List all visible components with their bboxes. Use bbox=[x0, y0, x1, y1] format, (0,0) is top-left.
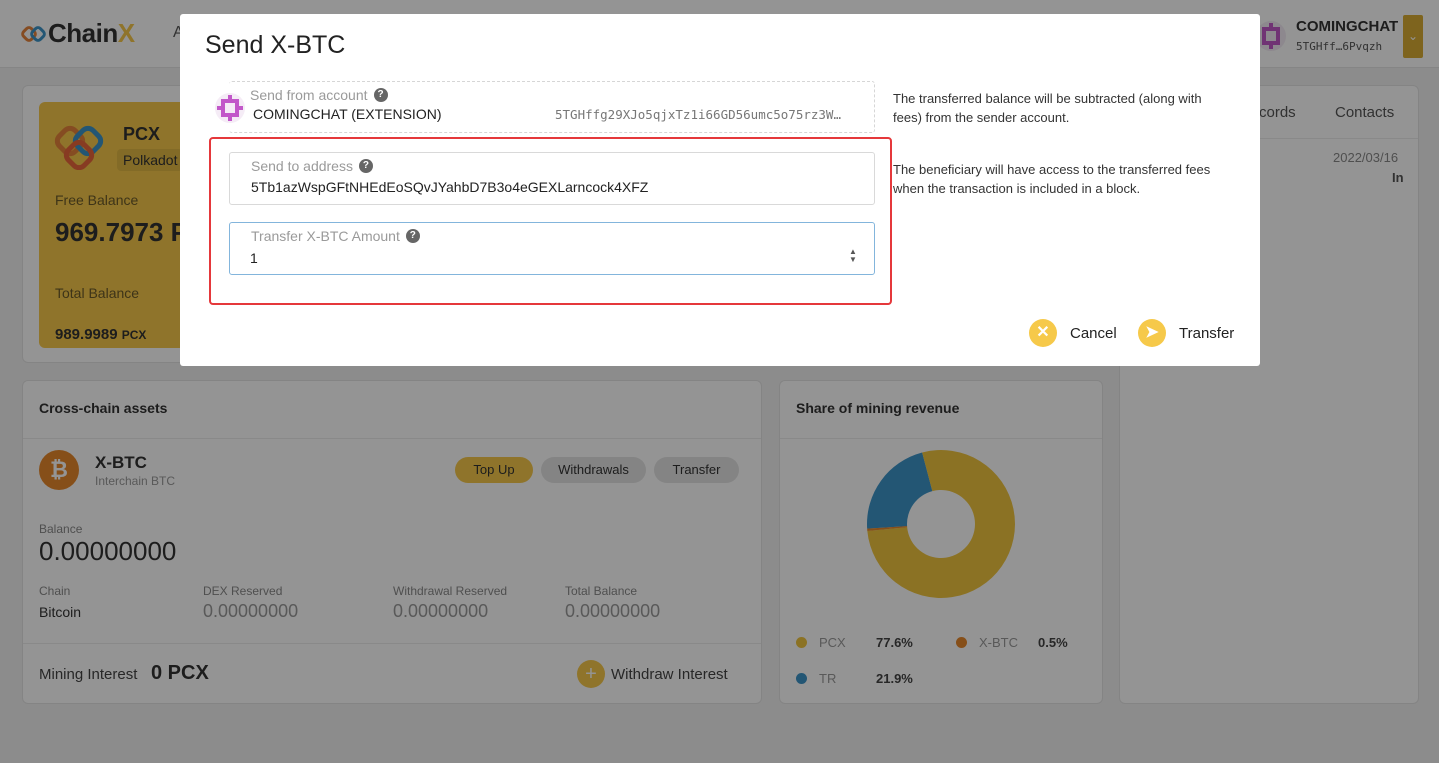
send-xbtc-modal: Send X-BTC Send from account? COMINGCHAT… bbox=[180, 14, 1260, 366]
transfer-submit-button[interactable]: ➤ Transfer bbox=[1138, 319, 1234, 347]
help-icon[interactable]: ? bbox=[373, 88, 388, 102]
hint-from: The transferred balance will be subtract… bbox=[893, 91, 1202, 125]
send-from-label: Send from account? bbox=[250, 87, 388, 103]
cancel-button[interactable]: ✕ Cancel bbox=[1029, 319, 1117, 347]
hint-to: The beneficiary will have access to the … bbox=[893, 162, 1211, 196]
send-icon: ➤ bbox=[1138, 319, 1166, 347]
modal-title: Send X-BTC bbox=[205, 31, 346, 59]
highlight-box bbox=[209, 137, 892, 305]
sender-avatar bbox=[215, 93, 245, 123]
close-icon: ✕ bbox=[1029, 319, 1057, 347]
sender-name: COMINGCHAT (EXTENSION) bbox=[253, 106, 442, 122]
sender-address: 5TGHffg29XJo5qjxTz1i66GD56umc5o75rz3W… bbox=[555, 107, 841, 122]
